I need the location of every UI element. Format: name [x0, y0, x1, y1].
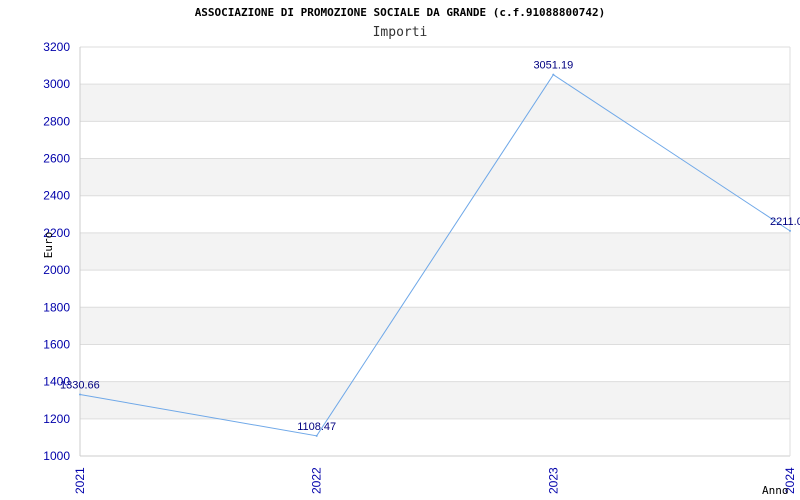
data-point: [552, 73, 555, 76]
x-tick-label: 2023: [546, 467, 560, 494]
y-tick-label: 3200: [43, 40, 70, 54]
data-point: [79, 393, 81, 396]
y-tick-label: 2400: [43, 189, 70, 203]
data-label: 3051.19: [533, 60, 573, 72]
data-point: [789, 229, 791, 232]
x-tick-label: 2022: [310, 467, 324, 494]
grid-band: [80, 307, 790, 345]
data-label: 1330.66: [60, 380, 100, 392]
x-tick-label: 2021: [73, 467, 87, 494]
y-tick-label: 2600: [43, 152, 70, 166]
grid-band: [80, 158, 790, 196]
grid-band: [80, 84, 790, 122]
y-tick-label: 1000: [43, 449, 70, 463]
grid-band: [80, 232, 790, 271]
data-label: 1108.47: [297, 421, 336, 433]
data-point: [315, 434, 318, 437]
y-tick-label: 1800: [43, 300, 70, 314]
data-label: 2211.0: [770, 216, 800, 228]
y-tick-label: 1200: [43, 412, 70, 426]
y-tick-label: 1600: [43, 337, 70, 351]
y-axis-label: Euro: [42, 232, 55, 259]
line-chart: 1000120014001600180020002200240026002800…: [42, 40, 800, 497]
y-tick-label: 2800: [43, 114, 70, 128]
x-axis-label: Anno: [762, 484, 789, 497]
y-tick-label: 3000: [43, 77, 70, 91]
y-tick-label: 2000: [43, 263, 70, 277]
